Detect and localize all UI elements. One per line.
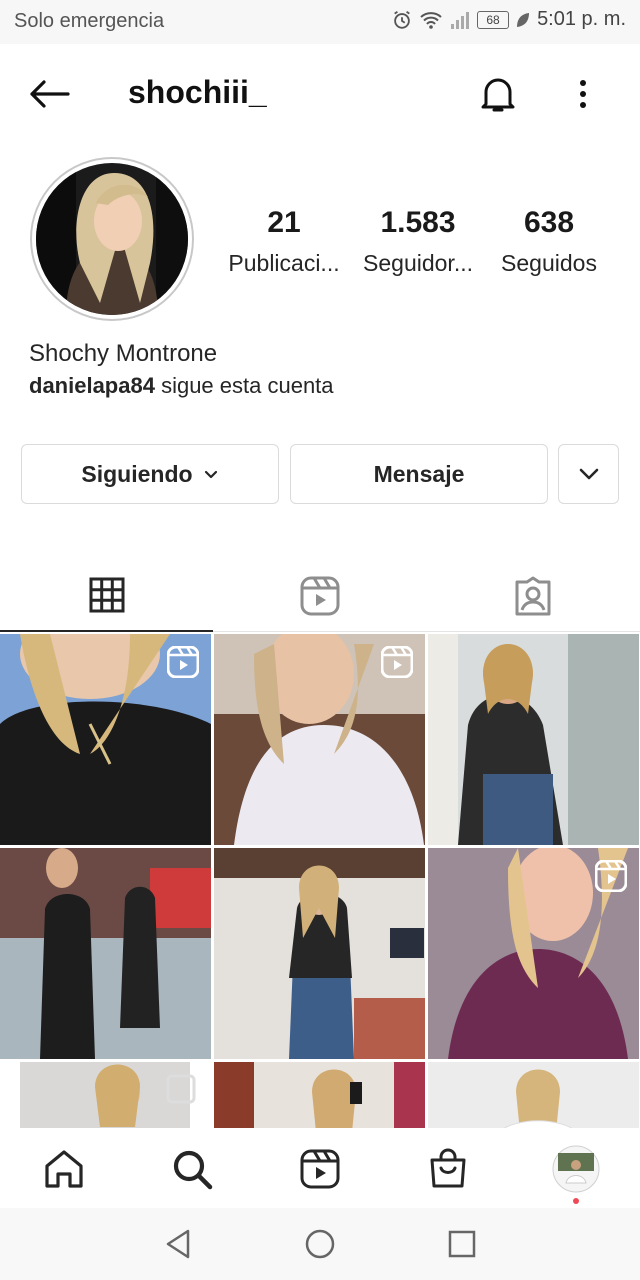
followed-by-username[interactable]: danielapa84 (29, 373, 155, 398)
back-button[interactable] (24, 74, 74, 114)
tab-tagged[interactable] (426, 560, 639, 632)
posts-count: 21 (267, 206, 301, 239)
notification-dot (573, 1198, 579, 1204)
followed-by-text: sigue esta cuenta (161, 373, 334, 398)
post-thumbnail[interactable] (428, 634, 639, 845)
post-thumbnail[interactable] (214, 634, 425, 845)
recents-square-icon (448, 1230, 476, 1258)
avatar (36, 163, 188, 315)
followers-label: Seguidor... (363, 250, 473, 276)
carrier-text: Solo emergencia (14, 10, 165, 32)
shop-icon (430, 1148, 466, 1188)
post-thumbnail[interactable] (428, 1062, 639, 1128)
profile-tabs (0, 560, 640, 632)
bell-icon (481, 78, 515, 112)
post-thumbnail[interactable] (428, 848, 639, 1059)
profile-header: shochiii_ (0, 44, 640, 144)
nav-search[interactable] (162, 1142, 222, 1196)
message-button-label: Mensaje (373, 460, 465, 487)
post-thumbnail[interactable] (0, 1062, 211, 1128)
following-stat[interactable]: 638 Seguidos (484, 206, 614, 277)
clock-time: 5:01 p. m. (537, 8, 626, 30)
post-thumbnail[interactable] (214, 848, 425, 1059)
followers-count: 1.583 (380, 206, 456, 239)
post-thumbnail[interactable] (0, 848, 211, 1059)
tab-posts-grid[interactable] (0, 560, 213, 632)
android-back-button[interactable] (154, 1222, 202, 1266)
reel-badge-icon (595, 860, 627, 892)
following-count: 638 (523, 206, 575, 239)
wifi-icon (420, 11, 442, 29)
tab-reels[interactable] (213, 560, 426, 632)
status-bar: Solo emergencia 68 5:01 p. m. (0, 0, 640, 44)
username-title: shochiii_ (128, 74, 267, 110)
home-icon (45, 1150, 83, 1188)
posts-grid (0, 634, 640, 1128)
leaf-icon (517, 12, 530, 27)
nav-home[interactable] (34, 1142, 94, 1196)
bottom-navigation (0, 1128, 640, 1208)
following-button[interactable]: Siguiendo (21, 444, 279, 504)
nav-shop[interactable] (418, 1142, 478, 1196)
reels-icon (300, 1149, 340, 1189)
back-arrow-icon (30, 80, 70, 108)
following-button-label: Siguiendo (81, 460, 193, 487)
post-thumbnail[interactable] (0, 634, 211, 845)
notifications-button[interactable] (474, 72, 522, 116)
reel-badge-icon (381, 646, 413, 678)
full-name: Shochy Montrone (29, 340, 218, 367)
post-thumbnail[interactable] (214, 1062, 425, 1128)
more-vertical-icon (580, 80, 586, 108)
profile-avatar (552, 1145, 600, 1193)
more-options-button[interactable] (566, 72, 600, 116)
grid-icon (89, 577, 124, 613)
posts-stat[interactable]: 21 Publicaci... (219, 206, 349, 277)
suggested-accounts-button[interactable] (558, 444, 619, 504)
signal-icon (451, 11, 470, 29)
alarm-icon (394, 10, 410, 29)
android-home-button[interactable] (296, 1222, 344, 1266)
posts-label: Publicaci... (228, 250, 340, 276)
reel-badge-icon (167, 646, 199, 678)
search-icon (173, 1150, 213, 1190)
status-icons: 68 5:01 p. m. (391, 8, 626, 31)
followers-stat[interactable]: 1.583 Seguidor... (353, 206, 483, 277)
reels-icon (300, 576, 339, 616)
followed-by-line[interactable]: danielapa84 sigue esta cuenta (29, 373, 334, 399)
following-label: Seguidos (501, 250, 597, 276)
battery-icon: 68 (477, 10, 510, 29)
back-triangle-icon (166, 1229, 190, 1259)
nav-profile[interactable] (546, 1142, 606, 1196)
avatar-ring[interactable] (30, 157, 194, 321)
home-circle-icon (305, 1229, 335, 1259)
message-button[interactable]: Mensaje (290, 444, 548, 504)
android-navigation-bar (0, 1208, 640, 1280)
chevron-down-icon (204, 470, 217, 479)
chevron-down-icon (579, 468, 598, 480)
android-recents-button[interactable] (438, 1222, 486, 1266)
nav-reels[interactable] (290, 1142, 350, 1196)
tagged-icon (515, 576, 550, 616)
